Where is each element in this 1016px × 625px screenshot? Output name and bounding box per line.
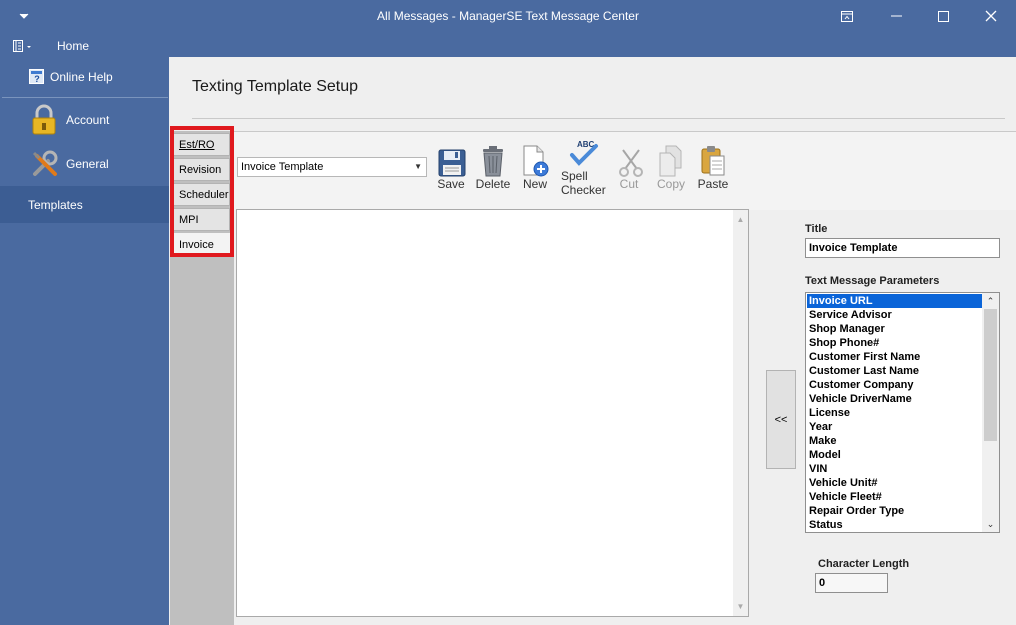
restore-layout-icon[interactable]	[824, 0, 870, 32]
paste-label: Paste	[697, 177, 729, 191]
online-help-item[interactable]: ? Online Help	[0, 66, 169, 88]
tab-label: MPI	[179, 214, 199, 226]
tab-est-ro[interactable]: Est/RO	[173, 133, 230, 156]
parameter-item[interactable]: License	[807, 406, 983, 420]
char-length-label: Character Length	[818, 558, 910, 570]
spell-label-line2: Checker	[561, 183, 606, 197]
scroll-up-icon[interactable]: ▲	[733, 212, 748, 227]
parameters-list[interactable]: Invoice URL Service Advisor Shop Manager Sh…	[805, 292, 1000, 533]
parameter-item[interactable]: Year	[807, 420, 983, 434]
delete-button[interactable]: Delete	[474, 137, 512, 191]
template-select-value: Invoice Template	[241, 161, 324, 173]
cut-button[interactable]: Cut	[614, 137, 644, 191]
new-button[interactable]: New	[518, 137, 552, 191]
new-document-icon	[518, 137, 552, 177]
parameter-item[interactable]: VIN	[807, 462, 983, 476]
scroll-thumb[interactable]	[984, 309, 997, 441]
help-icon: ?	[29, 69, 44, 87]
app-menu-icon[interactable]	[13, 40, 33, 55]
online-help-label: Online Help	[50, 70, 113, 84]
parameter-item[interactable]: Customer First Name	[807, 350, 983, 364]
close-button[interactable]	[968, 0, 1014, 32]
paste-icon	[696, 137, 730, 177]
lock-icon	[31, 104, 57, 139]
sidebar: Home ? Online Help Account General Templ…	[0, 32, 169, 625]
home-menu[interactable]: Home	[0, 35, 169, 57]
maximize-button[interactable]	[920, 0, 966, 32]
sidebar-item-label: General	[66, 157, 109, 171]
parameter-item[interactable]: Vehicle Unit#	[807, 476, 983, 490]
title-divider	[192, 118, 1005, 119]
copy-icon	[654, 137, 688, 177]
spell-label-line1: Spell	[561, 169, 588, 183]
scroll-down-icon[interactable]: ▼	[733, 599, 748, 614]
tab-mpi[interactable]: MPI	[173, 208, 230, 231]
tab-label: Invoice	[179, 239, 214, 251]
copy-label: Copy	[656, 177, 685, 191]
save-label: Save	[437, 177, 465, 191]
save-button[interactable]: Save	[435, 137, 467, 191]
template-select[interactable]: Invoice Template ▼	[237, 157, 427, 177]
tab-invoice[interactable]: Invoice	[173, 233, 230, 256]
minimize-button[interactable]	[874, 0, 920, 32]
tools-icon	[31, 150, 59, 181]
tab-label: Est/RO	[179, 139, 215, 151]
sidebar-item-templates[interactable]: Templates	[0, 186, 169, 223]
parameter-item[interactable]: Invoice URL	[807, 294, 983, 308]
parameter-item[interactable]: Vehicle Fleet#	[807, 490, 983, 504]
parameter-item[interactable]: Customer Company	[807, 378, 983, 392]
char-length-value: 0	[815, 573, 888, 593]
parameter-item[interactable]: Shop Manager	[807, 322, 983, 336]
chevron-up-icon[interactable]: ⌃	[982, 294, 999, 308]
spell-check-icon: ABC	[566, 137, 600, 169]
message-editor[interactable]: ▲ ▼	[236, 209, 749, 617]
parameter-item[interactable]: Status	[807, 518, 983, 532]
template-tabs: Est/RO Revision Scheduler MPI Invoice	[170, 131, 234, 625]
paste-button[interactable]: Paste	[696, 137, 730, 191]
sidebar-item-account[interactable]: Account	[0, 101, 169, 139]
parameter-item[interactable]: Vehicle DriverName	[807, 392, 983, 406]
parameter-item[interactable]: Model	[807, 448, 983, 462]
editor-scrollbar[interactable]: ▲ ▼	[733, 210, 748, 616]
cut-label: Cut	[619, 177, 639, 191]
parameter-item[interactable]: Repair Order Type	[807, 504, 983, 518]
home-label: Home	[57, 39, 90, 53]
delete-label: Delete	[475, 177, 511, 191]
svg-text:?: ?	[34, 74, 40, 84]
title-label: Title	[805, 223, 828, 235]
sidebar-item-label: Account	[66, 113, 110, 127]
new-label: New	[522, 177, 547, 191]
title-input[interactable]: Invoice Template	[805, 238, 1000, 258]
parameter-item[interactable]: Service Advisor	[807, 308, 983, 322]
tab-scheduler[interactable]: Scheduler	[173, 183, 230, 206]
tab-label: Scheduler	[179, 189, 229, 201]
chevron-down-icon[interactable]: ⌄	[982, 517, 999, 531]
sidebar-item-label: Templates	[28, 198, 83, 212]
title-bar: All Messages - ManagerSE Text Message Ce…	[0, 0, 1016, 32]
scissors-icon	[614, 137, 648, 177]
save-icon	[435, 137, 469, 177]
copy-button[interactable]: Copy	[654, 137, 688, 191]
sidebar-divider	[2, 97, 168, 98]
tab-revision[interactable]: Revision	[173, 158, 230, 181]
parameter-item[interactable]: Customer Last Name	[807, 364, 983, 378]
tab-label: Revision	[179, 164, 222, 176]
insert-parameter-button[interactable]: <<	[766, 370, 796, 469]
trash-icon	[476, 137, 510, 177]
parameter-item[interactable]: Shop Phone#	[807, 336, 983, 350]
params-label: Text Message Parameters	[805, 275, 940, 287]
params-scrollbar[interactable]: ⌃ ⌄	[982, 293, 999, 532]
parameter-item[interactable]: Make	[807, 434, 983, 448]
spell-checker-button[interactable]: ABC Spell Checker	[558, 137, 608, 197]
sidebar-item-general[interactable]: General	[0, 145, 169, 183]
chevron-down-icon: ▼	[414, 162, 422, 171]
page-title: Texting Template Setup	[192, 78, 359, 95]
